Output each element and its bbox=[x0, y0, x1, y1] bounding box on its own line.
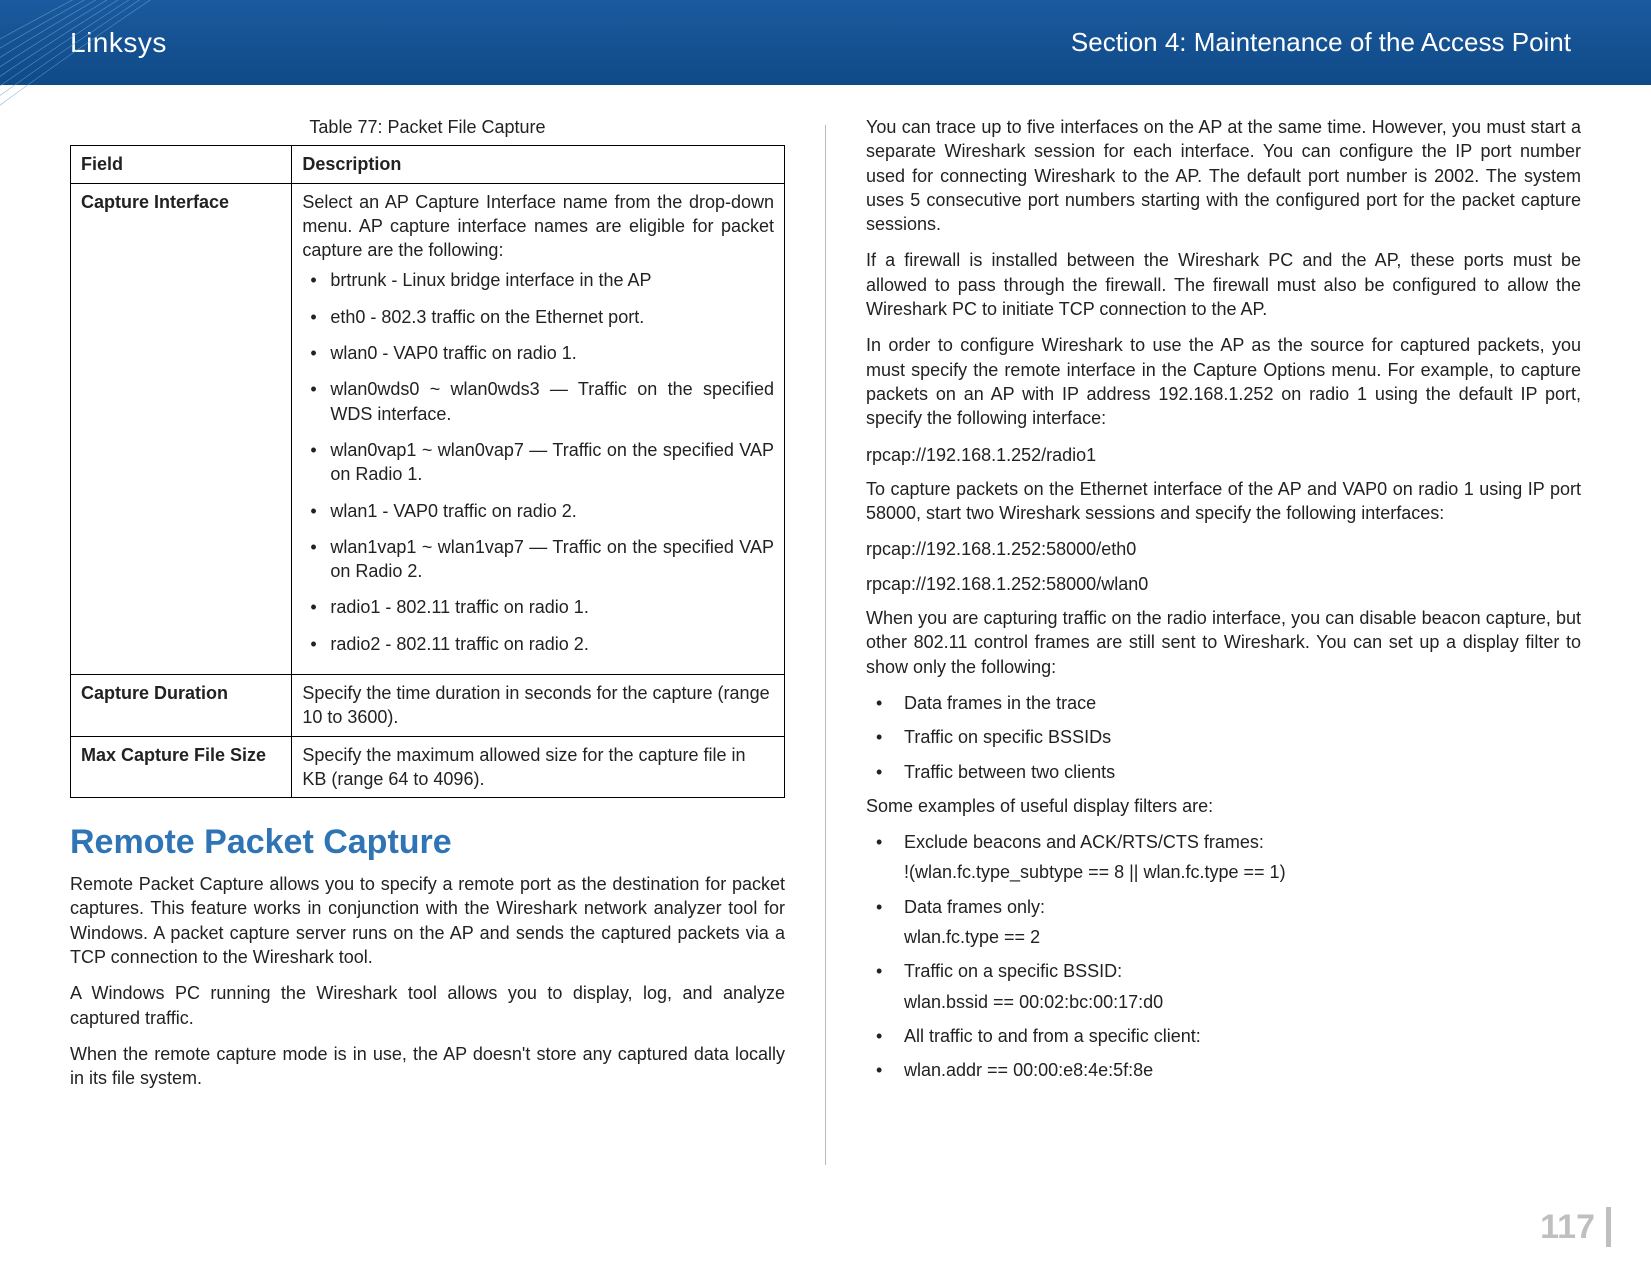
left-column: Table 77: Packet File Capture Field Desc… bbox=[70, 115, 785, 1185]
list-item: Exclude beacons and ACK/RTS/CTS frames: … bbox=[866, 830, 1581, 885]
list-item: radio1 - 802.11 traffic on radio 1. bbox=[306, 595, 774, 619]
list-item: Traffic between two clients bbox=[866, 760, 1581, 784]
desc-capture-duration: Specify the time duration in seconds for… bbox=[292, 675, 785, 737]
field-capture-duration: Capture Duration bbox=[71, 675, 292, 737]
table-row: Max Capture File Size Specify the maximu… bbox=[71, 736, 785, 798]
right-column: You can trace up to five interfaces on t… bbox=[866, 115, 1581, 1185]
filter-label: Traffic on a specific BSSID: bbox=[904, 961, 1122, 981]
list-item: eth0 - 802.3 traffic on the Ethernet por… bbox=[306, 305, 774, 329]
page-body: Table 77: Packet File Capture Field Desc… bbox=[0, 85, 1651, 1185]
paragraph: If a firewall is installed between the W… bbox=[866, 248, 1581, 321]
filter-examples-list: Exclude beacons and ACK/RTS/CTS frames: … bbox=[866, 830, 1581, 1082]
desc-intro: Select an AP Capture Interface name from… bbox=[302, 190, 774, 263]
table-row: Capture Interface Select an AP Capture I… bbox=[71, 183, 785, 674]
page-number: 117 bbox=[1540, 1208, 1595, 1247]
page-header: Linksys Section 4: Maintenance of the Ac… bbox=[0, 0, 1651, 85]
desc-max-file-size: Specify the maximum allowed size for the… bbox=[292, 736, 785, 798]
desc-capture-interface: Select an AP Capture Interface name from… bbox=[292, 183, 785, 674]
paragraph: In order to configure Wireshark to use t… bbox=[866, 333, 1581, 430]
filter-label: All traffic to and from a specific clien… bbox=[904, 1026, 1201, 1046]
interface-list: brtrunk - Linux bridge interface in the … bbox=[302, 268, 774, 656]
list-item: wlan0vap1 ~ wlan0vap7 — Traffic on the s… bbox=[306, 438, 774, 487]
section-title-header: Section 4: Maintenance of the Access Poi… bbox=[1071, 27, 1571, 58]
list-item: Traffic on specific BSSIDs bbox=[866, 725, 1581, 749]
code-example: rpcap://192.168.1.252/radio1 bbox=[866, 443, 1581, 467]
list-item: brtrunk - Linux bridge interface in the … bbox=[306, 268, 774, 292]
list-item: wlan0 - VAP0 traffic on radio 1. bbox=[306, 341, 774, 365]
column-divider bbox=[825, 125, 826, 1165]
list-item: wlan1vap1 ~ wlan1vap7 — Traffic on the s… bbox=[306, 535, 774, 584]
table-caption: Table 77: Packet File Capture bbox=[70, 115, 785, 139]
list-item: All traffic to and from a specific clien… bbox=[866, 1024, 1581, 1048]
paragraph: You can trace up to five interfaces on t… bbox=[866, 115, 1581, 236]
paragraph: Some examples of useful display filters … bbox=[866, 794, 1581, 818]
paragraph: A Windows PC running the Wireshark tool … bbox=[70, 981, 785, 1030]
list-item: radio2 - 802.11 traffic on radio 2. bbox=[306, 632, 774, 656]
list-item: wlan0wds0 ~ wlan0wds3 — Traffic on the s… bbox=[306, 377, 774, 426]
field-capture-interface: Capture Interface bbox=[71, 183, 292, 674]
filter-code: !(wlan.fc.type_subtype == 8 || wlan.fc.t… bbox=[904, 860, 1581, 884]
paragraph: When you are capturing traffic on the ra… bbox=[866, 606, 1581, 679]
table-header-field: Field bbox=[71, 146, 292, 183]
section-heading: Remote Packet Capture bbox=[70, 820, 785, 866]
page-number-bar bbox=[1606, 1207, 1611, 1247]
list-item: Traffic on a specific BSSID: wlan.bssid … bbox=[866, 959, 1581, 1014]
paragraph: To capture packets on the Ethernet inter… bbox=[866, 477, 1581, 526]
filter-code: wlan.fc.type == 2 bbox=[904, 925, 1581, 949]
code-example: rpcap://192.168.1.252:58000/wlan0 bbox=[866, 572, 1581, 596]
field-max-file-size: Max Capture File Size bbox=[71, 736, 292, 798]
list-item: wlan1 - VAP0 traffic on radio 2. bbox=[306, 499, 774, 523]
filter-label: Data frames only: bbox=[904, 897, 1045, 917]
filter-types-list: Data frames in the trace Traffic on spec… bbox=[866, 691, 1581, 784]
table-row: Capture Duration Specify the time durati… bbox=[71, 675, 785, 737]
list-item: Data frames in the trace bbox=[866, 691, 1581, 715]
filter-label: wlan.addr == 00:00:e8:4e:5f:8e bbox=[904, 1060, 1153, 1080]
paragraph: Remote Packet Capture allows you to spec… bbox=[70, 872, 785, 969]
packet-capture-table: Field Description Capture Interface Sele… bbox=[70, 145, 785, 798]
list-item: Data frames only: wlan.fc.type == 2 bbox=[866, 895, 1581, 950]
filter-code: wlan.bssid == 00:02:bc:00:17:d0 bbox=[904, 990, 1581, 1014]
table-header-description: Description bbox=[292, 146, 785, 183]
list-item: wlan.addr == 00:00:e8:4e:5f:8e bbox=[866, 1058, 1581, 1082]
code-example: rpcap://192.168.1.252:58000/eth0 bbox=[866, 537, 1581, 561]
brand-name: Linksys bbox=[70, 27, 167, 59]
filter-label: Exclude beacons and ACK/RTS/CTS frames: bbox=[904, 832, 1264, 852]
paragraph: When the remote capture mode is in use, … bbox=[70, 1042, 785, 1091]
